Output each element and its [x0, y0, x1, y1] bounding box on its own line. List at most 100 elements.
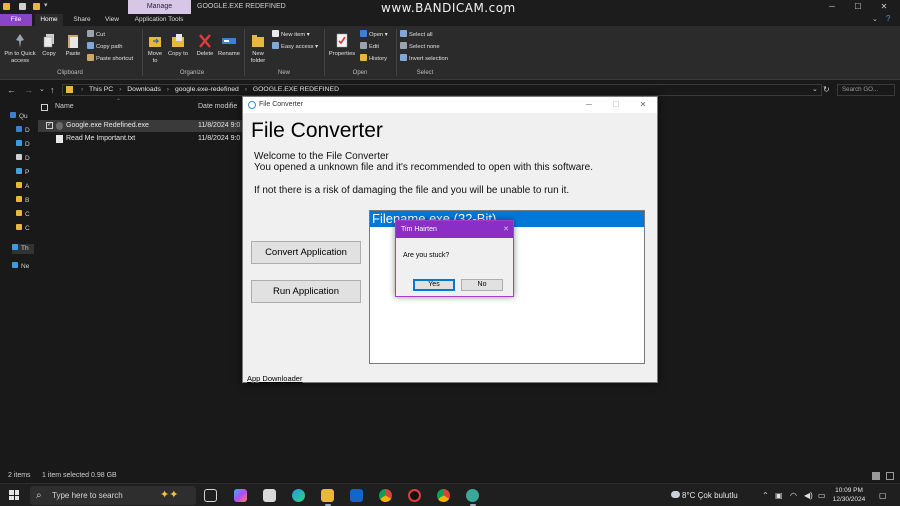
edge-browser-icon[interactable]	[292, 489, 305, 502]
nav-item[interactable]: C	[16, 224, 30, 234]
column-header-date[interactable]: Date modifie	[198, 103, 237, 110]
wifi-icon[interactable]: ◠	[790, 491, 797, 500]
search-input[interactable]: Search GO...	[837, 84, 895, 96]
properties-button[interactable]: Properties	[326, 32, 358, 58]
nav-item[interactable]: P	[16, 168, 29, 178]
pin-quick-access-button[interactable]: Pin to Quick access	[2, 32, 38, 65]
dialog-close-icon[interactable]: ✕	[503, 221, 509, 238]
nav-item[interactable]: B	[16, 196, 29, 206]
convert-application-button[interactable]: Convert Application	[251, 241, 361, 264]
select-all-checkbox[interactable]	[41, 104, 48, 111]
breadcrumb-google-exe-redefined[interactable]: google.exe-redefined	[175, 86, 239, 93]
taskbar: ⌕ Type here to search ✦✦ 8°C Çok bulutlu…	[0, 483, 900, 506]
large-icons-view-icon[interactable]	[886, 472, 894, 480]
forward-arrow-icon[interactable]: →	[24, 84, 33, 96]
copy-button[interactable]: Copy	[38, 32, 60, 58]
nav-item[interactable]: D	[16, 154, 30, 164]
taskbar-clock[interactable]: 10:09 PM 12/30/2024	[829, 486, 869, 504]
history-button[interactable]: History	[360, 54, 387, 64]
outlook-icon[interactable]	[350, 489, 363, 502]
minimize-button[interactable]: ─	[820, 0, 844, 14]
file-converter-taskbar-icon[interactable]	[466, 489, 479, 502]
tray-chevron-icon[interactable]: ⌃	[762, 491, 769, 500]
recent-locations-icon[interactable]: ⌄	[39, 84, 45, 96]
breadcrumb-current[interactable]: GOOGLE.EXE REDEFINED	[253, 86, 339, 93]
no-button[interactable]: No	[461, 279, 503, 291]
copy-to-button[interactable]: Copy to	[168, 32, 188, 58]
app-downloader-link[interactable]: App Downloader	[247, 374, 302, 383]
invert-selection-button[interactable]: Invert selection	[400, 54, 448, 64]
new-folder-button[interactable]: New folder	[247, 32, 269, 65]
ribbon-collapse-icon[interactable]: ⌄	[872, 15, 878, 23]
yes-button[interactable]: Yes	[413, 279, 455, 291]
quick-access-dropdown-icon[interactable]: ▾	[44, 1, 48, 9]
microsoft-store-icon[interactable]	[263, 489, 276, 502]
easy-access-button[interactable]: Easy access ▾	[272, 42, 318, 52]
tab-file[interactable]: File	[0, 14, 32, 26]
table-row[interactable]: Read Me Important.txt 11/8/2024 9:0	[38, 133, 248, 145]
tab-application-tools[interactable]: Application Tools	[130, 14, 188, 26]
delete-button[interactable]: Delete	[194, 32, 216, 58]
new-folder-icon[interactable]	[33, 3, 40, 10]
tab-share[interactable]: Share	[68, 14, 96, 26]
pin-icon	[16, 34, 24, 48]
refresh-icon[interactable]: ↻	[823, 84, 830, 96]
tab-home[interactable]: Home	[35, 14, 63, 26]
rename-button[interactable]: Rename	[217, 32, 241, 58]
edit-button[interactable]: Edit	[360, 42, 379, 52]
nav-item[interactable]: D	[16, 140, 30, 150]
taskbar-search-input[interactable]: ⌕ Type here to search ✦✦	[30, 486, 196, 505]
weather-widget[interactable]: 8°C Çok bulutlu	[671, 489, 738, 502]
fc-close-button[interactable]: ✕	[632, 97, 654, 113]
nav-item-network[interactable]: Ne	[12, 262, 29, 272]
row-checkbox[interactable]: ✓	[46, 122, 53, 129]
copy-path-button[interactable]: Copy path	[87, 42, 122, 52]
fc-maximize-button[interactable]: ☐	[605, 97, 627, 113]
paste-shortcut-button[interactable]: Paste shortcut	[87, 54, 133, 64]
chrome-profile-icon[interactable]	[437, 489, 450, 502]
move-to-button[interactable]: Move to	[145, 32, 165, 65]
start-button[interactable]	[9, 490, 19, 500]
properties-icon[interactable]	[19, 3, 26, 10]
back-arrow-icon[interactable]: ←	[7, 84, 16, 96]
nav-item-quick-access[interactable]: Qu	[10, 112, 28, 122]
breadcrumb-downloads[interactable]: Downloads	[127, 86, 161, 93]
nav-item-this-pc[interactable]: Th	[12, 244, 34, 254]
fc-minimize-button[interactable]: ─	[578, 97, 600, 113]
nav-item[interactable]: D	[16, 126, 30, 136]
up-arrow-icon[interactable]: ↑	[50, 84, 55, 96]
help-icon[interactable]: ?	[886, 14, 890, 23]
breadcrumb-this-pc[interactable]: This PC	[89, 86, 113, 93]
nav-item[interactable]: C	[16, 210, 30, 220]
chrome-icon[interactable]	[379, 489, 392, 502]
file-name: Google.exe Redefined.exe	[66, 122, 149, 129]
dialog-title-text: Tim Hairten	[401, 226, 437, 233]
bandicam-record-icon[interactable]	[408, 489, 421, 502]
address-input[interactable]: › This PC › Downloads › google.exe-redef…	[62, 84, 822, 96]
file-explorer-icon[interactable]	[321, 489, 334, 502]
bandicam-tray-icon[interactable]: ▣	[775, 491, 783, 500]
copilot-icon[interactable]	[234, 489, 247, 502]
run-application-button[interactable]: Run Application	[251, 280, 361, 303]
maximize-button[interactable]: ☐	[846, 0, 870, 14]
context-tab-manage[interactable]: Manage	[128, 0, 191, 14]
select-all-button[interactable]: Select all	[400, 30, 433, 40]
volume-icon[interactable]: ◀)	[804, 491, 813, 500]
cut-button[interactable]: Cut	[87, 30, 105, 40]
paste-button[interactable]: Paste	[61, 32, 85, 58]
open-button[interactable]: Open ▾	[360, 30, 388, 40]
nav-item[interactable]: A	[16, 182, 29, 192]
table-row[interactable]: ✓ Google.exe Redefined.exe 11/8/2024 9:0	[38, 120, 248, 132]
address-dropdown-icon[interactable]: ⌄	[812, 84, 818, 96]
breadcrumb-separator: ›	[81, 86, 84, 93]
tab-view[interactable]: View	[100, 14, 124, 26]
new-item-button[interactable]: New item ▾	[272, 30, 310, 40]
notifications-icon[interactable]: ▢	[879, 491, 887, 500]
details-view-icon[interactable]	[872, 472, 880, 480]
invert-selection-icon	[400, 54, 407, 61]
battery-icon[interactable]: ▭	[818, 491, 826, 500]
close-button[interactable]: ✕	[872, 0, 896, 14]
column-header-name[interactable]: Name	[55, 103, 74, 110]
select-none-button[interactable]: Select none	[400, 42, 440, 52]
task-view-icon[interactable]	[204, 489, 217, 502]
